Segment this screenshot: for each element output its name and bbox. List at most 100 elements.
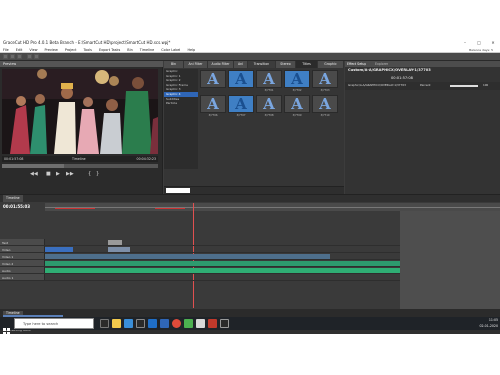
tab-graphic[interactable]: Graphic <box>318 61 344 68</box>
mark-out-icon[interactable]: } <box>96 171 99 177</box>
template-thumb[interactable]: A <box>228 70 254 88</box>
timeline-title: Timeline <box>3 195 23 202</box>
maximize-icon[interactable]: □ <box>472 38 486 47</box>
template-caption: 3/7710 <box>320 114 330 117</box>
play-icon[interactable]: ▶ <box>56 171 60 177</box>
edge-icon[interactable] <box>124 319 133 328</box>
app-icon[interactable] <box>196 319 205 328</box>
tab-anl[interactable]: Anl <box>234 61 248 68</box>
tab-bin[interactable]: Bin <box>164 61 184 68</box>
minimize-icon[interactable]: – <box>458 38 472 47</box>
menu-edit[interactable]: Edit <box>16 48 23 52</box>
mark-in-icon[interactable]: { <box>88 171 91 177</box>
track-header[interactable]: Video 1 <box>0 253 45 259</box>
store-icon[interactable] <box>136 319 145 328</box>
tab-effect-setup[interactable]: Effect Setup <box>347 61 366 67</box>
template-caption: 3/7702 <box>292 89 302 92</box>
undo-icon[interactable] <box>27 54 32 59</box>
preview-panel: Preview 00:01:57:08 Timeline 00:04:32:23… <box>0 61 163 194</box>
menu-help[interactable]: Help <box>187 48 195 52</box>
marker-range <box>155 208 185 209</box>
menu-project[interactable]: Project <box>65 48 77 52</box>
taskbar: Type here to search 11:05 02-01-2020 <box>0 317 500 335</box>
app-icon[interactable] <box>208 319 217 328</box>
open-project-icon[interactable] <box>10 54 15 59</box>
effect-path: Custom/A-A/GRAPHICX/OVERLAY-1/37703 <box>348 68 431 72</box>
template-thumb[interactable]: A <box>200 70 226 88</box>
video-clip[interactable] <box>108 247 130 252</box>
close-icon[interactable]: ✕ <box>486 38 500 47</box>
tab-ani-filter[interactable]: Ani Filter <box>184 61 208 68</box>
app-window: GraceCut HD Pro 4.0.1 Beta Branch - E:\S… <box>0 38 500 334</box>
menu-color-label[interactable]: Color Label <box>161 48 180 52</box>
save-icon[interactable] <box>17 54 22 59</box>
menu-file[interactable]: File <box>3 48 9 52</box>
window-title: GraceCut HD Pro 4.0.1 Beta Branch - E:\S… <box>3 40 171 45</box>
menu-export-tasks[interactable]: Export Tasks <box>99 48 120 52</box>
templates-tabs: Bin Ani Filter Audio Filter Anl Transiti… <box>164 61 344 68</box>
text-clip[interactable] <box>108 240 122 245</box>
new-project-icon[interactable] <box>3 54 8 59</box>
template-thumb[interactable]: A <box>284 70 310 88</box>
next-frame-icon[interactable]: ▶▶ <box>66 171 74 177</box>
effect-value[interactable]: 100 <box>483 83 488 87</box>
preview-header: Preview <box>0 61 163 67</box>
redo-icon[interactable] <box>34 54 39 59</box>
menu-view[interactable]: View <box>29 48 37 52</box>
tab-transition[interactable]: Transition <box>248 61 276 68</box>
effect-setup-panel: Effect Setup Explorer Custom/A-A/GRAPHIC… <box>345 61 500 194</box>
timeline-timecode: 00:01:55:03 <box>3 204 31 209</box>
timeline-ruler[interactable] <box>45 203 500 308</box>
menu-timeline[interactable]: Timeline <box>140 48 154 52</box>
file-explorer-icon[interactable] <box>112 319 121 328</box>
tab-stereo[interactable]: Stereo <box>276 61 296 68</box>
effect-row[interactable]: Graphic/A-A/GRAPHICX/OVERLAY-1/37703 Per… <box>345 82 500 90</box>
prev-frame-icon[interactable]: ◀◀ <box>30 171 38 177</box>
audio-clip[interactable] <box>45 268 400 273</box>
template-thumb[interactable]: A <box>200 95 226 113</box>
windows-start-icon[interactable] <box>3 320 10 335</box>
effect-tabs: Effect Setup Explorer <box>345 61 500 67</box>
video-clip[interactable] <box>45 247 73 252</box>
track-header[interactable]: Text <box>0 239 45 245</box>
task-view-icon[interactable] <box>100 319 109 328</box>
taskbar-search-input[interactable]: Type here to search <box>14 318 94 329</box>
video-clip[interactable] <box>45 254 330 259</box>
menu-tools[interactable]: Tools <box>84 48 92 52</box>
playback-controls: ◀◀ ■ ▶ ▶▶ { } <box>30 171 130 177</box>
track-header[interactable]: Video 2 <box>0 260 45 266</box>
track-header[interactable]: Audio <box>0 267 45 273</box>
app-icon[interactable] <box>220 319 229 328</box>
preview-timecode-left: 00:01:57:08 <box>4 157 24 161</box>
video-clip[interactable] <box>45 261 400 266</box>
template-caption: 3/7701 <box>264 89 274 92</box>
tab-audio-filter[interactable]: Audio Filter <box>208 61 234 68</box>
chrome-icon[interactable] <box>172 319 181 328</box>
app-icon[interactable] <box>160 319 169 328</box>
template-caption: 3/7708 <box>264 114 274 117</box>
template-thumb[interactable]: A <box>284 95 310 113</box>
preview-scrubber[interactable] <box>2 164 158 168</box>
timeline-empty-area <box>400 211 500 309</box>
system-tray[interactable]: 11:05 02-01-2020 <box>479 317 498 330</box>
tab-titles[interactable]: Titles <box>296 61 318 68</box>
template-search-input[interactable] <box>166 188 190 193</box>
toolbar <box>0 53 500 61</box>
track-header[interactable]: Video <box>0 246 45 252</box>
title-bar: GraceCut HD Pro 4.0.1 Beta Branch - E:\S… <box>0 38 500 47</box>
app-icon[interactable] <box>184 319 193 328</box>
tab-explorer[interactable]: Explorer <box>375 61 388 67</box>
effect-slider[interactable] <box>450 85 478 87</box>
template-thumb[interactable]: A <box>256 70 282 88</box>
track-header[interactable]: Audio 1 <box>0 274 45 280</box>
template-thumb[interactable]: A <box>256 95 282 113</box>
template-thumb[interactable]: A <box>312 95 338 113</box>
templates-footer <box>164 186 344 194</box>
mail-icon[interactable] <box>148 319 157 328</box>
template-thumb[interactable]: A <box>228 95 254 113</box>
menu-preview[interactable]: Preview <box>45 48 58 52</box>
stop-icon[interactable]: ■ <box>46 171 51 177</box>
category-item[interactable]: Particle <box>164 101 198 106</box>
menu-bin[interactable]: Bin <box>127 48 132 52</box>
template-thumb[interactable]: A <box>312 70 338 88</box>
